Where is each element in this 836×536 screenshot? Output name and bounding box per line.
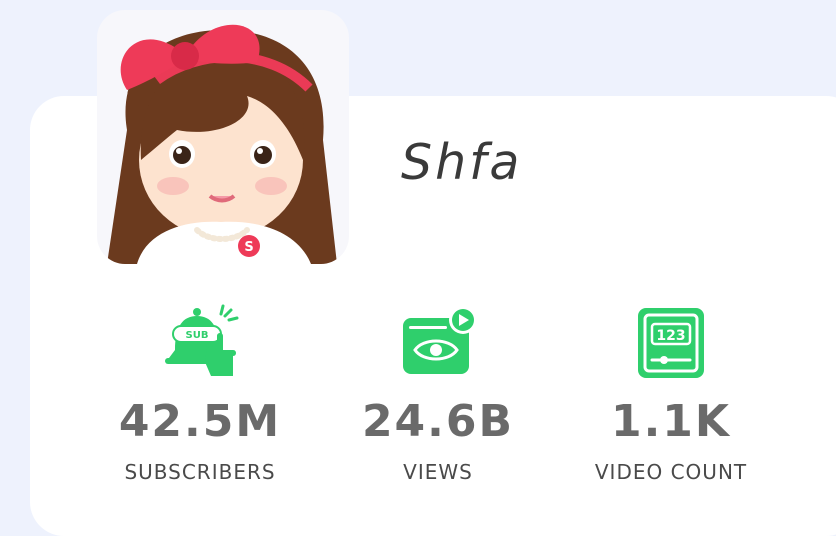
svg-text:123: 123	[656, 328, 685, 344]
stat-subscribers: SUB 42.5M SUBSCRIBERS	[90, 296, 310, 482]
views-value: 24.6B	[361, 396, 515, 447]
channel-name[interactable]: Shfa	[401, 138, 522, 187]
views-eye-icon	[393, 296, 483, 386]
stat-views: 24.6B VIEWS	[328, 296, 548, 482]
video-count-label: VIDEO COUNT	[594, 460, 748, 484]
video-count-value: 1.1K	[610, 396, 732, 447]
views-label: VIEWS	[403, 460, 473, 484]
stat-video-count: 123 1.1K VIDEO COUNT	[561, 296, 781, 482]
avatar-badge-letter: S	[244, 240, 253, 255]
channel-avatar[interactable]: S	[97, 10, 349, 264]
svg-text:SUB: SUB	[186, 330, 209, 341]
avatar-illustration: S	[107, 24, 337, 264]
subscribers-value: 42.5M	[118, 396, 282, 447]
subscribers-label: SUBSCRIBERS	[124, 460, 276, 484]
video-count-icon: 123	[626, 296, 716, 386]
subscribe-bell-icon: SUB	[155, 296, 245, 386]
